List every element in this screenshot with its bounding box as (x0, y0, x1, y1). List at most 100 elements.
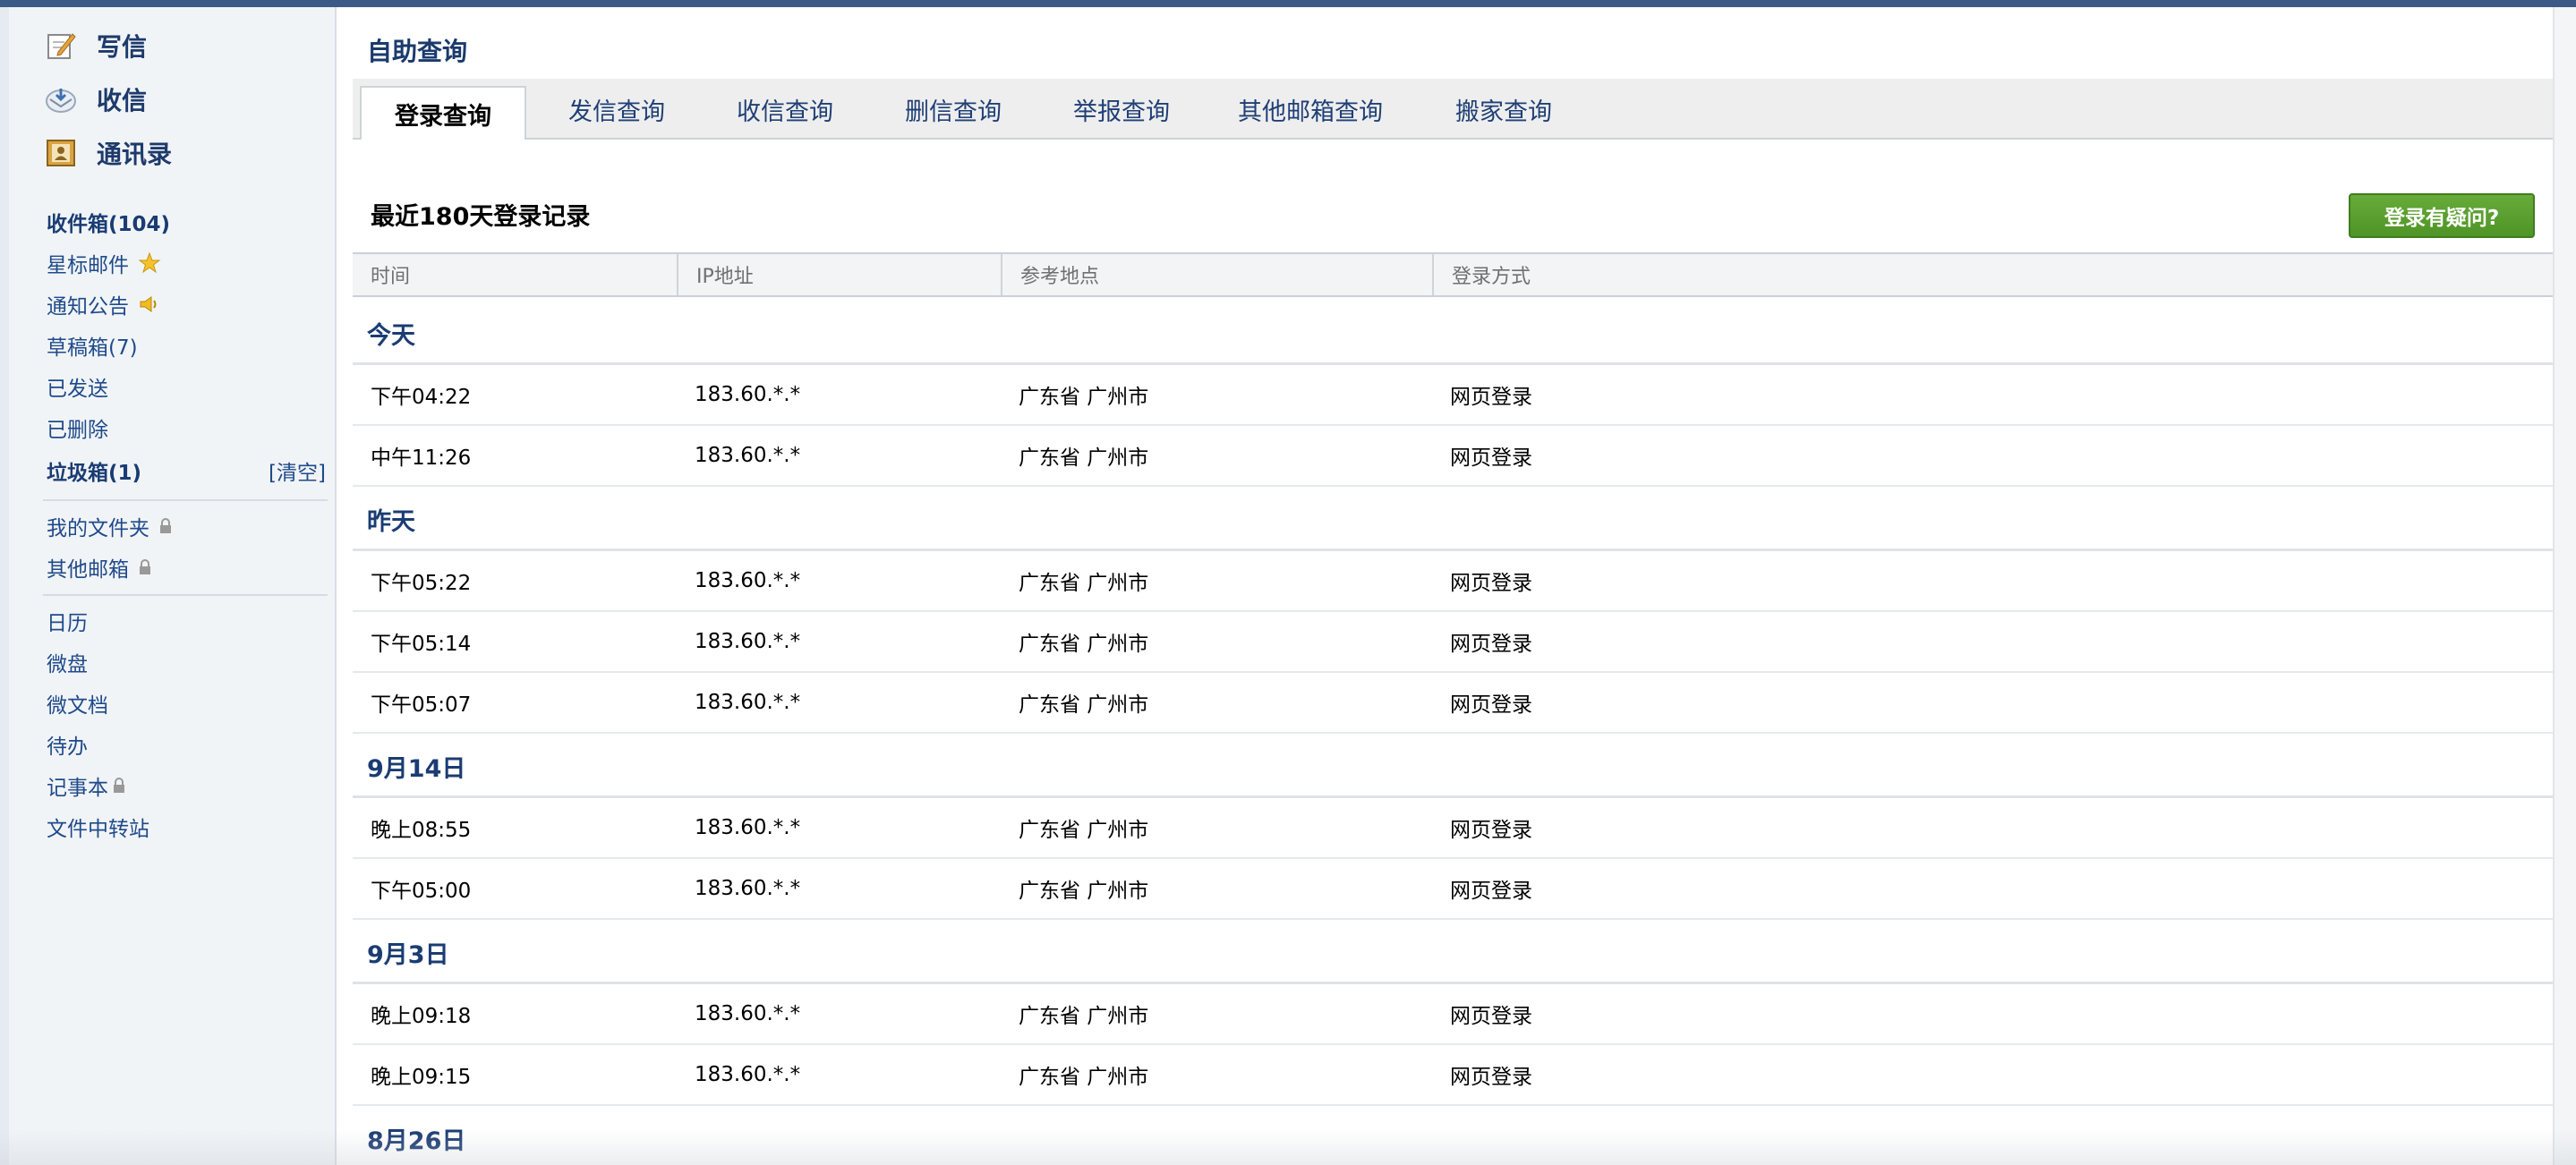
cell-time: 下午05:07 (371, 693, 472, 717)
sidebar-item-inbox[interactable]: 收件箱(104) (47, 206, 170, 238)
date-group-label: 8月26日 (367, 1127, 466, 1155)
cell-ip: 183.60.*.* (695, 630, 801, 653)
cell-method: 网页登录 (1450, 1066, 1532, 1089)
sidebar-item-disk[interactable]: 微盘 (47, 646, 88, 678)
cell-method: 网页登录 (1450, 819, 1532, 842)
sidebar-item-label: 收件箱(104) (47, 213, 171, 236)
cell-ip: 183.60.*.* (695, 1002, 801, 1025)
sidebar-item-file-transfer[interactable]: 文件中转站 (47, 811, 149, 843)
table-row: 晚上09:15 183.60.*.* 广东省 广州市 网页登录 (353, 1045, 2553, 1106)
table-row: 中午11:26 183.60.*.* 广东省 广州市 网页登录 (353, 426, 2553, 487)
table-row: 晚上08:55 183.60.*.* 广东省 广州市 网页登录 (353, 798, 2553, 859)
date-group-label: 昨天 (367, 507, 415, 536)
sidebar-item-label: 星标邮件 (47, 254, 129, 277)
cell-method: 网页登录 (1450, 572, 1532, 595)
sidebar-item-notebook[interactable]: 记事本 (47, 770, 126, 802)
cell-ip: 183.60.*.* (695, 816, 801, 839)
cell-ip: 183.60.*.* (695, 1063, 801, 1086)
login-help-button[interactable]: 登录有疑问? (2349, 193, 2535, 238)
sidebar-item-label: 其他邮箱 (47, 558, 129, 582)
sidebar-item-label: 日历 (47, 612, 88, 635)
sidebar-divider (43, 499, 328, 501)
sidebar-item-deleted[interactable]: 已删除 (47, 412, 108, 444)
sidebar-item-label: 垃圾箱(1) (47, 462, 142, 485)
cell-method: 网页登录 (1450, 386, 1532, 409)
cell-location: 广东省 广州市 (1019, 693, 1149, 717)
write-icon (45, 30, 77, 62)
tab-other-mailbox-query[interactable]: 其他邮箱查询 (1212, 79, 1409, 140)
lock-icon (138, 558, 152, 576)
cell-time: 晚上09:18 (371, 1005, 472, 1028)
table-row: 下午04:22 183.60.*.* 广东省 广州市 网页登录 (353, 365, 2553, 426)
tab-delete-query[interactable]: 删信查询 (877, 79, 1029, 140)
cell-ip: 183.60.*.* (695, 383, 801, 406)
scrollbar-track[interactable] (2553, 7, 2576, 1165)
contacts-icon (45, 137, 77, 169)
contacts-label: 通讯录 (97, 140, 173, 169)
cell-location: 广东省 广州市 (1019, 633, 1149, 656)
star-icon (138, 251, 161, 275)
sidebar-item-drafts[interactable]: 草稿箱(7) (47, 329, 138, 361)
tab-migration-query[interactable]: 搬家查询 (1423, 79, 1584, 140)
sidebar-divider (43, 594, 328, 596)
sidebar-item-label: 草稿箱(7) (47, 336, 138, 360)
cell-time: 下午05:00 (371, 880, 472, 903)
cell-location: 广东省 广州市 (1019, 1066, 1149, 1089)
sidebar-item-sent[interactable]: 已发送 (47, 370, 108, 403)
sidebar-item-docs[interactable]: 微文档 (47, 687, 108, 719)
records-header (353, 140, 2553, 252)
sidebar-item-label: 待办 (47, 736, 88, 759)
sidebar-item-other-mailboxes[interactable]: 其他邮箱 (47, 551, 152, 583)
cell-ip: 183.60.*.* (695, 877, 801, 900)
table-row: 下午05:22 183.60.*.* 广东省 广州市 网页登录 (353, 551, 2553, 612)
sidebar-item-label: 微盘 (47, 653, 88, 676)
lock-icon (158, 517, 173, 535)
sidebar-item-label: 已删除 (47, 419, 108, 442)
top-accent-bar (0, 0, 2576, 7)
sidebar-edge (0, 7, 9, 1165)
column-header-ip: IP地址 (677, 254, 1001, 295)
tab-report-query[interactable]: 举报查询 (1045, 79, 1198, 140)
sidebar-item-label: 通知公告 (47, 295, 129, 319)
column-header-time: 时间 (371, 266, 411, 288)
cell-method: 网页登录 (1450, 693, 1532, 717)
records-title: 最近180天登录记录 (371, 203, 591, 231)
column-header-location: 参考地点 (1001, 254, 1432, 295)
cell-method: 网页登录 (1450, 446, 1532, 470)
tab-login-query[interactable]: 登录查询 (360, 86, 526, 141)
table-row: 下午05:14 183.60.*.* 广东省 广州市 网页登录 (353, 612, 2553, 673)
cell-location: 广东省 广州市 (1019, 572, 1149, 595)
cell-time: 晚上09:15 (371, 1066, 472, 1089)
tab-receive-query[interactable]: 收信查询 (709, 79, 861, 140)
sidebar-item-notices[interactable]: 通知公告 (47, 288, 161, 320)
receive-button[interactable]: 收信 (45, 79, 147, 120)
sidebar-item-starred[interactable]: 星标邮件 (47, 247, 161, 279)
tab-send-query[interactable]: 发信查询 (541, 79, 693, 140)
sidebar-item-todo[interactable]: 待办 (47, 728, 88, 761)
receive-label: 收信 (97, 86, 148, 115)
cell-method: 网页登录 (1450, 633, 1532, 656)
table-row: 下午05:00 183.60.*.* 广东省 广州市 网页登录 (353, 859, 2553, 920)
receive-icon (45, 83, 77, 115)
table-row: 下午05:07 183.60.*.* 广东省 广州市 网页登录 (353, 673, 2553, 734)
sidebar-item-calendar[interactable]: 日历 (47, 605, 88, 637)
sidebar-item-my-folders[interactable]: 我的文件夹 (47, 510, 173, 542)
clear-spam-link[interactable]: [清空] (269, 455, 326, 487)
compose-label: 写信 (97, 32, 148, 62)
cell-time: 下午05:14 (371, 633, 472, 656)
cell-time: 晚上08:55 (371, 819, 472, 842)
sidebar-item-label: 文件中转站 (47, 818, 149, 841)
contacts-button[interactable]: 通讯录 (45, 132, 172, 174)
speaker-icon (138, 294, 161, 314)
cell-time: 下午05:22 (371, 572, 472, 595)
cell-location: 广东省 广州市 (1019, 386, 1149, 409)
cell-ip: 183.60.*.* (695, 691, 801, 714)
cell-location: 广东省 广州市 (1019, 1005, 1149, 1028)
sidebar-item-spam[interactable]: 垃圾箱(1) (47, 455, 141, 487)
cell-time: 下午04:22 (371, 386, 472, 409)
table-header: 时间 IP地址 参考地点 登录方式 (353, 252, 2553, 297)
cell-time: 中午11:26 (371, 446, 472, 470)
sidebar-item-label: 微文档 (47, 694, 108, 718)
compose-button[interactable]: 写信 (45, 25, 147, 66)
cell-method: 网页登录 (1450, 1005, 1532, 1028)
